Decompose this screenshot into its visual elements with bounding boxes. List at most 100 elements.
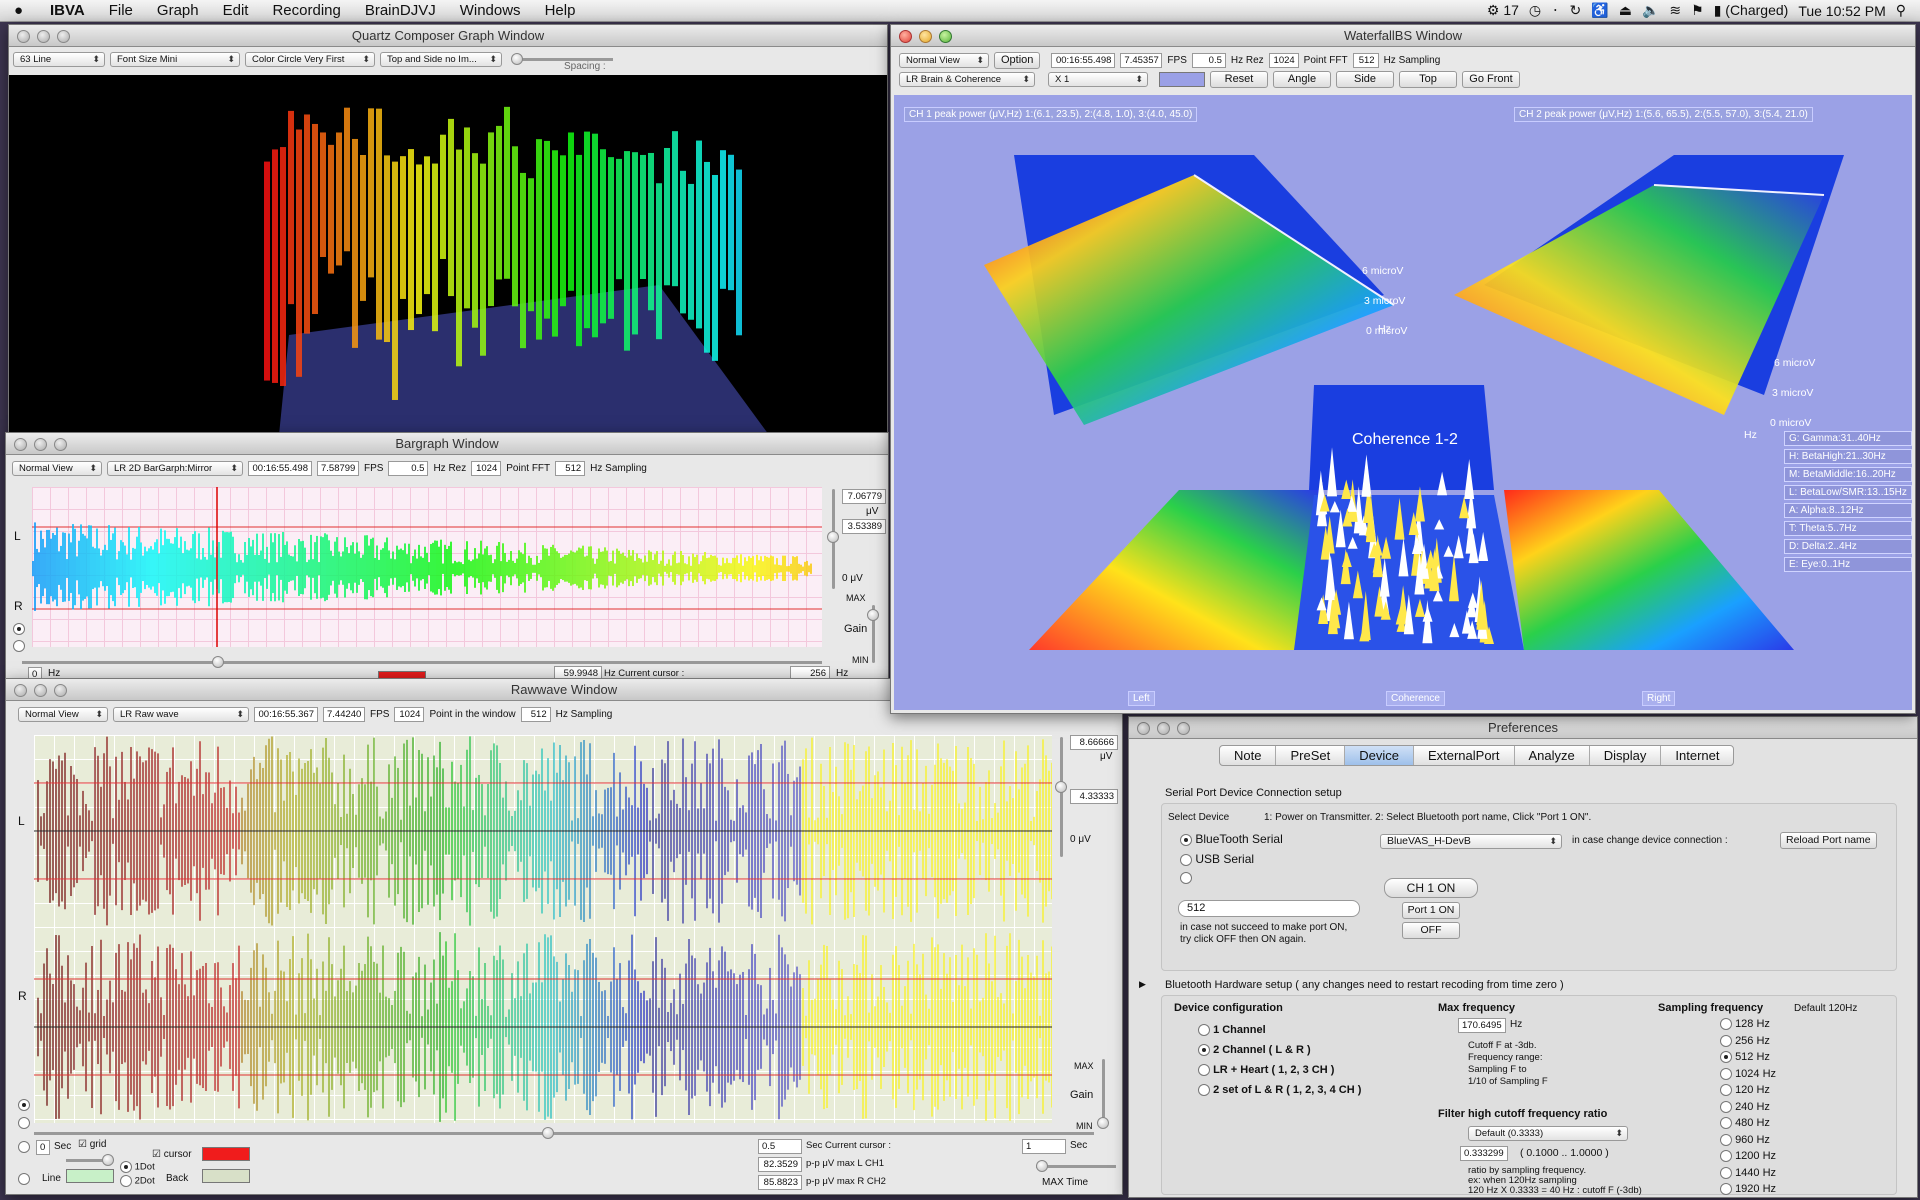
- zoom-icon[interactable]: [1177, 722, 1190, 735]
- sampfreq-option[interactable]: 512 Hz: [1720, 1049, 1776, 1066]
- devconf-option[interactable]: 2 Channel ( L & R ): [1198, 1040, 1361, 1060]
- rawwave-sampling-field[interactable]: 512: [520, 707, 551, 722]
- menu-windows[interactable]: Windows: [448, 2, 533, 19]
- minimize-icon[interactable]: [37, 30, 50, 43]
- radio-button[interactable]: [1720, 1133, 1732, 1146]
- radio-button[interactable]: [1720, 1117, 1732, 1130]
- radio-r[interactable]: [13, 640, 25, 653]
- menu-recording[interactable]: Recording: [260, 2, 352, 19]
- bargraph-view-select[interactable]: Normal View: [12, 461, 102, 476]
- minimize-icon[interactable]: [1157, 722, 1170, 735]
- sampfreq-option[interactable]: 1920 Hz: [1720, 1181, 1776, 1197]
- quartz-titlebar[interactable]: Quartz Composer Graph Window: [9, 25, 887, 47]
- radio-button[interactable]: [1198, 1084, 1210, 1097]
- cursor-checkbox[interactable]: ☑ cursor: [152, 1149, 192, 1160]
- tab-note[interactable]: Note: [1220, 746, 1277, 765]
- hz-rez-field[interactable]: 0.5: [388, 461, 429, 476]
- port1-on-button[interactable]: Port 1 ON: [1402, 902, 1460, 919]
- rawwave-radio-2[interactable]: [18, 1117, 30, 1130]
- line-color-swatch[interactable]: [66, 1169, 114, 1183]
- rawwave-sec-field[interactable]: 0: [36, 1140, 50, 1155]
- reset-button[interactable]: Reset: [1210, 71, 1268, 88]
- clock[interactable]: Tue 10:52 PM: [1798, 3, 1885, 19]
- angle-button[interactable]: Angle: [1273, 71, 1331, 88]
- rawwave-scale-knob[interactable]: [1055, 781, 1067, 793]
- close-icon[interactable]: [14, 438, 27, 451]
- rawwave-radio-4[interactable]: [18, 1173, 30, 1186]
- radio-button[interactable]: [1720, 1166, 1732, 1179]
- devconf-option[interactable]: 2 set of L & R ( 1, 2, 3, 4 CH ): [1198, 1080, 1361, 1100]
- bargraph-hz-slider[interactable]: [22, 656, 822, 668]
- cursor-color-swatch[interactable]: [202, 1147, 250, 1161]
- radio-button[interactable]: [1720, 1150, 1732, 1163]
- bluetooth-icon[interactable]: ᛫: [1551, 3, 1559, 19]
- accessibility-icon[interactable]: ♿: [1591, 2, 1608, 19]
- menu-file[interactable]: File: [97, 2, 145, 19]
- waterfall-view-select[interactable]: Normal View: [899, 53, 989, 68]
- rawwave-plot[interactable]: [34, 735, 1052, 1123]
- sampfreq-option[interactable]: 480 Hz: [1720, 1115, 1776, 1132]
- waterfall-titlebar[interactable]: WaterfallBS Window: [891, 25, 1915, 47]
- waterfall-canvas[interactable]: CH 1 peak power (μV,Hz) 1:(6.1, 23.5), 2…: [894, 95, 1912, 710]
- radio-button[interactable]: [1720, 1051, 1732, 1064]
- close-icon[interactable]: [1137, 722, 1150, 735]
- quartz-canvas[interactable]: [9, 75, 887, 433]
- radio-button[interactable]: [1720, 1183, 1732, 1196]
- rawwave-time-slider[interactable]: [34, 1127, 1094, 1139]
- flag-icon[interactable]: ⚑: [1691, 2, 1704, 19]
- close-icon[interactable]: [17, 30, 30, 43]
- filter-select[interactable]: Default (0.3333): [1468, 1126, 1628, 1141]
- sampfreq-option[interactable]: 1440 Hz: [1720, 1165, 1776, 1182]
- buffer-field[interactable]: 512: [1178, 900, 1360, 917]
- tab-preset[interactable]: PreSet: [1276, 746, 1346, 765]
- maxtime-slider[interactable]: [1036, 1160, 1116, 1172]
- sampfreq-option[interactable]: 1200 Hz: [1720, 1148, 1776, 1165]
- right-label[interactable]: Right: [1642, 691, 1676, 706]
- minimize-icon[interactable]: [919, 30, 932, 43]
- radio-button[interactable]: [1720, 1018, 1732, 1031]
- sampfreq-option[interactable]: 1024 Hz: [1720, 1066, 1776, 1083]
- line-count-select[interactable]: 63 Line: [13, 52, 105, 67]
- waterfall-fft[interactable]: 1024: [1268, 53, 1299, 68]
- waterfall-sampling[interactable]: 512: [1352, 53, 1379, 68]
- menu-help[interactable]: Help: [533, 2, 588, 19]
- spotlight-icon[interactable]: ⚲: [1896, 2, 1906, 19]
- rawwave-radio-1[interactable]: [18, 1099, 30, 1112]
- ratio-field[interactable]: 0.333299: [1460, 1146, 1508, 1161]
- tab-analyze[interactable]: Analyze: [1515, 746, 1590, 765]
- rawwave-radio-3[interactable]: [18, 1141, 30, 1154]
- top-button[interactable]: Top: [1399, 71, 1457, 88]
- maxtime-field[interactable]: 1: [1022, 1139, 1066, 1154]
- bargraph-scale-knob[interactable]: [827, 531, 839, 543]
- radio-button[interactable]: [1198, 1024, 1210, 1037]
- device-other-radio[interactable]: [1180, 872, 1192, 885]
- zoom-select[interactable]: X 1: [1048, 72, 1148, 87]
- zoom-icon[interactable]: [54, 438, 67, 451]
- off-button[interactable]: OFF: [1402, 922, 1460, 939]
- coherence-label[interactable]: Coherence: [1386, 691, 1445, 706]
- rawwave-gain-slider[interactable]: [1102, 1059, 1105, 1123]
- points-field[interactable]: 1024: [394, 707, 425, 722]
- devconf-option[interactable]: LR + Heart ( 1, 2, 3 CH ): [1198, 1060, 1361, 1080]
- waterfall-hzrez[interactable]: 0.5: [1191, 53, 1226, 68]
- sampfreq-option[interactable]: 960 Hz: [1720, 1132, 1776, 1149]
- left-label[interactable]: Left: [1128, 691, 1155, 706]
- timemachine-icon[interactable]: ◷: [1529, 2, 1541, 19]
- app-badge-icon[interactable]: ⚙ 17: [1487, 2, 1519, 19]
- menu-graph[interactable]: Graph: [145, 2, 211, 19]
- sampfreq-option[interactable]: 128 Hz: [1720, 1016, 1776, 1033]
- close-icon[interactable]: [14, 684, 27, 697]
- tab-device[interactable]: Device: [1345, 746, 1414, 765]
- line-width-slider[interactable]: [66, 1154, 114, 1166]
- zoom-icon[interactable]: [54, 684, 67, 697]
- zoom-icon[interactable]: [939, 30, 952, 43]
- menu-edit[interactable]: Edit: [211, 2, 261, 19]
- dot2-radio[interactable]: 2Dot: [120, 1175, 155, 1187]
- bargraph-titlebar[interactable]: Bargraph Window: [6, 433, 888, 455]
- back-color-swatch[interactable]: [202, 1169, 250, 1183]
- eject-icon[interactable]: ⏏: [1619, 2, 1632, 19]
- radio-button[interactable]: [1198, 1064, 1210, 1077]
- option-button[interactable]: Option: [994, 52, 1041, 69]
- fft-field[interactable]: 1024: [471, 461, 502, 476]
- view-select[interactable]: Top and Side no Im...: [380, 52, 502, 67]
